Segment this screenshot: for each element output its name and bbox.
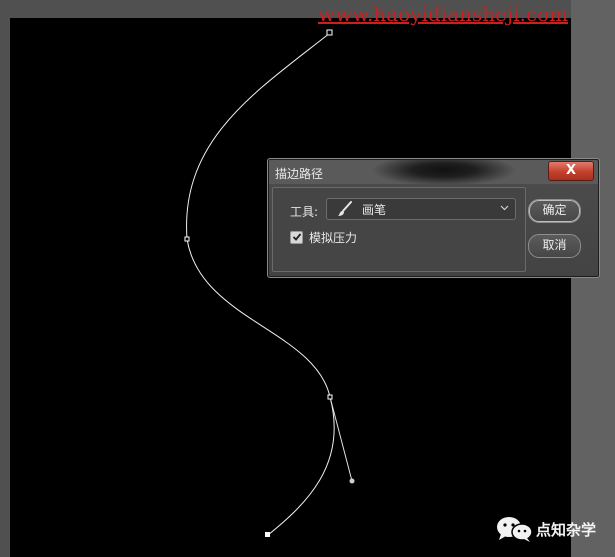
simulate-pressure-label[interactable]: 模拟压力 [309,229,357,246]
dialog-title: 描边路径 [275,167,324,181]
ok-button[interactable]: 确定 [528,199,581,223]
tool-select[interactable]: 画笔 [326,198,516,220]
wechat-icon [497,517,533,542]
stroke-path-dialog: 描边路径 X 工具: 画笔 模拟压力 确定 取消 [267,158,600,278]
wechat-account-name: 点知杂学 [536,521,597,539]
simulate-pressure-checkbox[interactable] [290,231,303,244]
checkmark-icon [292,233,302,241]
anchor-point-lower[interactable] [327,394,333,400]
dialog-titlebar[interactable]: 描边路径 X [269,160,598,184]
close-button[interactable]: X [548,161,594,181]
tool-label: 工具: [290,205,319,219]
cancel-button[interactable]: 取消 [528,234,581,258]
anchor-point-middle[interactable] [184,236,190,242]
work-path[interactable] [0,0,615,557]
chevron-down-icon [500,205,509,211]
anchor-point-bottom[interactable] [265,532,270,537]
path-curve[interactable] [186,32,335,536]
direction-handle-point[interactable] [349,478,355,484]
brush-icon [338,201,352,216]
tool-select-value: 画笔 [362,203,387,217]
anchor-point-top[interactable] [326,29,333,36]
dialog-options-panel: 工具: 画笔 模拟压力 [272,187,526,272]
watermark-url: www.haoyidiansheji.com [318,2,569,26]
